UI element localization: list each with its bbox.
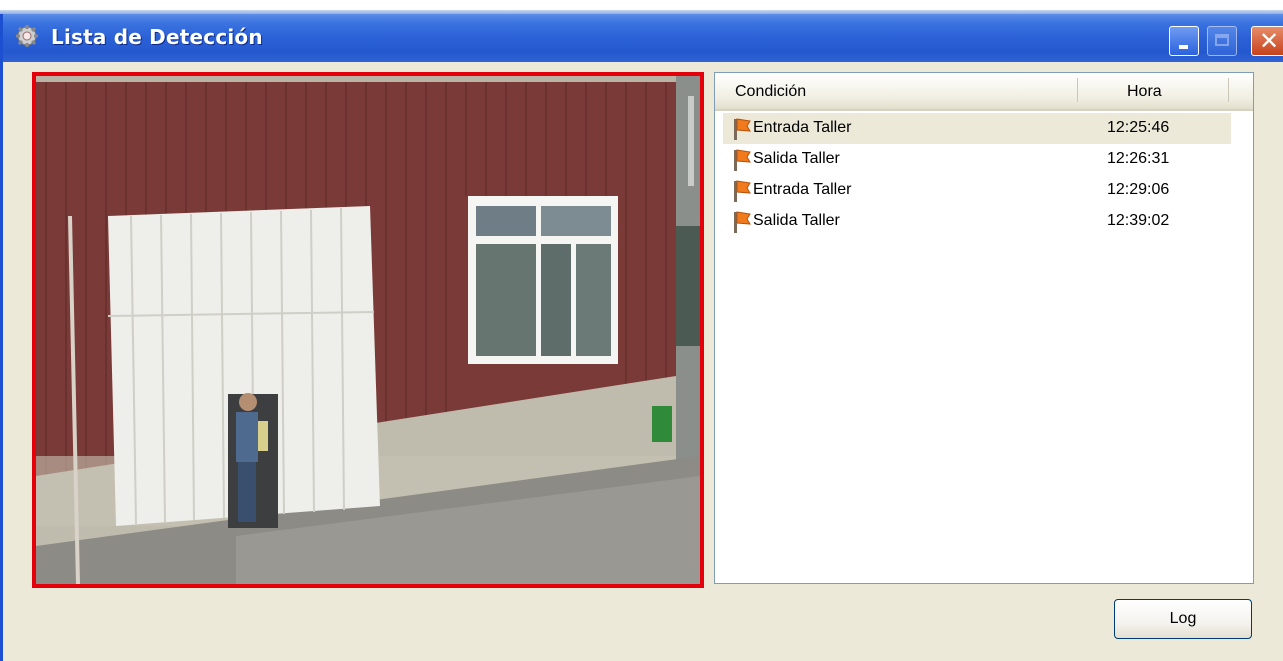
- column-divider[interactable]: [1228, 78, 1229, 102]
- row-condition: Salida Taller: [753, 212, 840, 229]
- camera-video-feed[interactable]: [32, 72, 704, 588]
- log-button[interactable]: Log: [1114, 599, 1252, 639]
- flag-icon: [734, 180, 751, 202]
- flag-icon: [734, 211, 751, 233]
- column-header-condicion[interactable]: Condición: [735, 83, 806, 101]
- close-icon: ✕: [1258, 27, 1280, 55]
- gear-icon: [16, 25, 38, 47]
- camera-image: [36, 76, 700, 584]
- list-item[interactable]: Salida Taller 12:39:02: [723, 206, 1231, 237]
- close-button[interactable]: ✕: [1251, 26, 1283, 56]
- list-item[interactable]: Entrada Taller 12:29:06: [723, 175, 1231, 206]
- column-header-hora[interactable]: Hora: [1127, 83, 1162, 101]
- detection-list[interactable]: Condición Hora Entrada Taller 12:25:46 S…: [714, 72, 1254, 584]
- maximize-icon: [1215, 34, 1229, 46]
- flag-icon: [734, 118, 751, 140]
- row-time: 12:29:06: [1107, 181, 1170, 198]
- title-bar[interactable]: Lista de Detección ✕: [3, 14, 1283, 62]
- minimize-button[interactable]: [1169, 26, 1199, 56]
- list-item[interactable]: Salida Taller 12:26:31: [723, 144, 1231, 175]
- flag-icon: [734, 149, 751, 171]
- row-condition: Entrada Taller: [753, 119, 852, 136]
- row-condition: Entrada Taller: [753, 181, 852, 198]
- maximize-button[interactable]: [1207, 26, 1237, 56]
- parent-window-strip: [0, 0, 1283, 14]
- column-divider[interactable]: [1077, 78, 1078, 102]
- list-header: Condición Hora: [715, 73, 1253, 111]
- minimize-icon: [1179, 45, 1188, 49]
- row-time: 12:26:31: [1107, 150, 1170, 167]
- window-title: Lista de Detección: [51, 25, 263, 49]
- row-time: 12:25:46: [1107, 119, 1170, 136]
- row-time: 12:39:02: [1107, 212, 1170, 229]
- list-item[interactable]: Entrada Taller 12:25:46: [723, 113, 1231, 144]
- row-condition: Salida Taller: [753, 150, 840, 167]
